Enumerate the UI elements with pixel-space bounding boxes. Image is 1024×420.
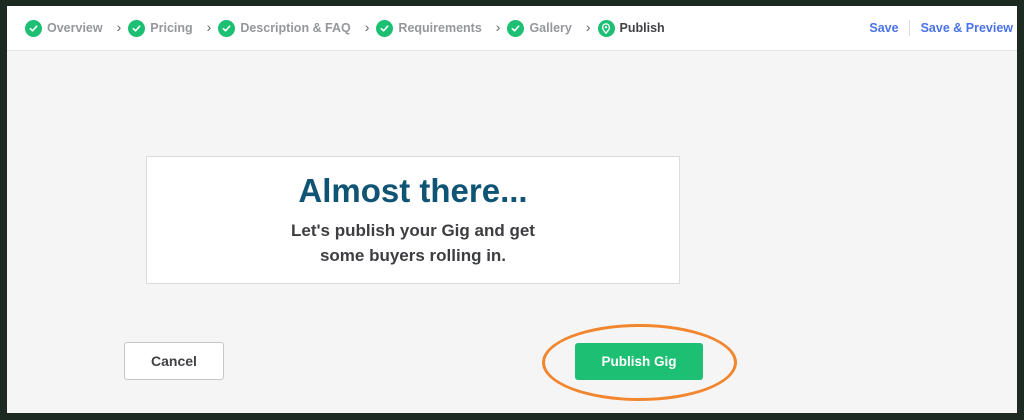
step-gallery[interactable]: Gallery [507,19,572,37]
card-subtitle-line: Let's publish your Gig and get [291,221,535,240]
publish-gig-button[interactable]: Publish Gig [575,343,703,380]
check-icon [25,19,42,37]
chevron-right-icon: › [364,19,370,35]
card-subtitle-line: some buyers rolling in. [319,246,507,265]
step-description-faq[interactable]: Description & FAQ [218,19,351,37]
nav-actions: Save Save & Preview [869,6,1013,50]
step-label: Publish [619,21,665,35]
step-label: Requirements [398,21,482,35]
app-window: Overview › Pricing › Description & FAQ › [7,6,1017,413]
chevron-right-icon: › [206,19,212,35]
save-and-preview-link[interactable]: Save & Preview [921,21,1013,35]
chevron-right-icon: › [585,19,591,35]
chevron-right-icon: › [495,19,501,35]
step-publish[interactable]: Publish [597,19,665,37]
step-label: Overview [47,21,103,35]
chevron-right-icon: › [116,19,122,35]
cancel-button[interactable]: Cancel [124,342,224,380]
check-icon [507,19,525,37]
step-label: Description & FAQ [240,21,351,35]
step-list: Overview › Pricing › Description & FAQ › [7,6,665,50]
card-title: Almost there... [298,172,528,209]
publish-message-card: Almost there... Let's publish your Gig a… [146,156,680,284]
divider [908,20,910,36]
step-label: Pricing [150,21,193,35]
card-subtitle: Let's publish your Gig and get some buye… [147,218,679,268]
check-icon [128,19,146,37]
step-requirements[interactable]: Requirements [376,19,482,37]
progress-nav: Overview › Pricing › Description & FAQ › [7,6,1017,51]
step-overview[interactable]: Overview [25,19,103,37]
save-link[interactable]: Save [869,21,898,35]
step-label: Gallery [529,21,572,35]
check-icon [218,19,236,37]
step-pricing[interactable]: Pricing [128,19,193,37]
check-icon [376,19,394,37]
location-pin-icon [597,19,615,37]
